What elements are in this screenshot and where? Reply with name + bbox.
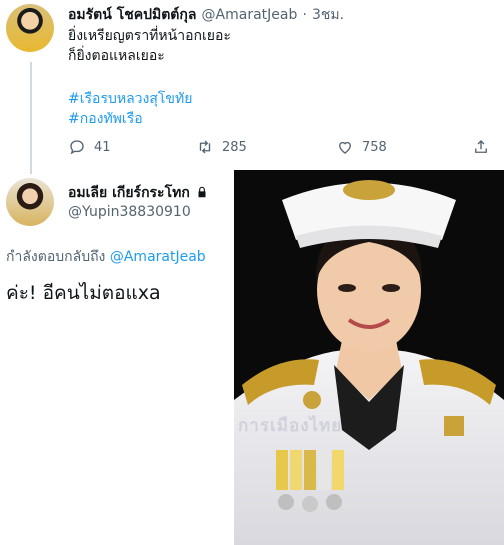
share-button[interactable] <box>472 138 490 156</box>
tweet2-display-name[interactable]: อมเลีย เกียร์กระโทก <box>68 185 190 201</box>
tweet1-display-name[interactable]: อมรัตน์ โชคปมิตต์กุล <box>68 7 196 23</box>
avatar-amelia[interactable] <box>6 178 54 226</box>
avatar-amarat[interactable] <box>6 4 54 52</box>
reply-button[interactable]: 41 <box>68 138 111 156</box>
share-icon <box>475 140 487 153</box>
retweet-count: 285 <box>222 139 247 155</box>
reply-icon <box>70 140 84 155</box>
replying-mention[interactable]: @AmaratJeab <box>110 249 206 265</box>
tweet1-time[interactable]: 3ชม. <box>312 7 344 23</box>
tweet1-line1: ยิ่งเหรียญตราที่หน้าอกเยอะ <box>68 28 231 44</box>
thread-line <box>30 62 32 174</box>
tweet1-handle[interactable]: @AmaratJeab <box>202 7 298 23</box>
hashtag-navy[interactable]: #กองทัพเรือ <box>68 108 143 130</box>
replying-prefix: กำลังตอบกลับถึง <box>6 249 106 265</box>
reply-count: 41 <box>94 139 111 155</box>
like-icon <box>339 141 351 154</box>
tweet2-header: อมเลีย เกียร์กระโทก <box>68 182 209 204</box>
like-count: 758 <box>362 139 387 155</box>
replying-to: กำลังตอบกลับถึง @AmaratJeab <box>6 246 206 268</box>
lock-icon <box>198 186 206 198</box>
tweet1-header: อมรัตน์ โชคปมิตต์กุล @AmaratJeab · 3ชม. <box>68 4 344 26</box>
like-button[interactable]: 758 <box>336 138 387 156</box>
tweet2-body: ค่ะ! อีคนไม่ตอแxa <box>6 282 161 304</box>
retweet-icon <box>199 140 211 154</box>
officer-portrait-image <box>234 170 504 545</box>
photo-watermark: การเมืองไทย <box>238 416 343 436</box>
tweet1-separator: · <box>302 7 307 23</box>
tweet2-handle[interactable]: @Yupin38830910 <box>68 204 191 220</box>
tweet1-line2: ก็ยิ่งตอแหลเยอะ <box>68 48 165 64</box>
hashtag-sukhothai[interactable]: #เรือรบหลวงสุโขทัย <box>68 88 192 110</box>
retweet-button[interactable]: 285 <box>196 138 247 156</box>
attached-photo[interactable]: การเมืองไทย <box>234 170 504 545</box>
